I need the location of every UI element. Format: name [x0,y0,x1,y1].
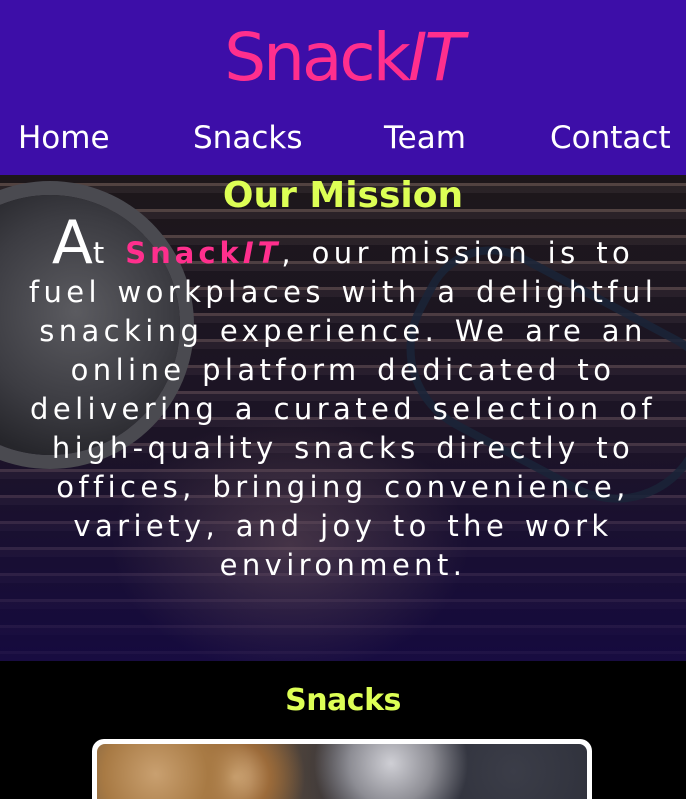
snacks-section: Snacks [0,661,686,799]
site-logo[interactable]: SnackIT [0,22,686,94]
mission-title: Our Mission [222,175,464,216]
logo-main: Snack [224,19,411,96]
logo-accent: IT [407,19,465,96]
snack-card[interactable] [92,739,592,799]
nav-link-contact[interactable]: Contact [550,116,671,160]
mission-brand: SnackIT [125,236,281,270]
site-header: SnackIT Home Snacks Team Contact [0,0,686,175]
mission-body: , our mission is to fuel workplaces with… [28,236,658,582]
nav-link-home[interactable]: Home [18,116,110,160]
nav-link-snacks[interactable]: Snacks [193,116,302,160]
snack-card-image [97,744,587,799]
mission-brand-main: Snack [125,236,243,270]
mission-lead: t [92,236,126,270]
snacks-title: Snacks [285,683,401,718]
main-nav: Home Snacks Team Contact [0,116,686,160]
mission-dropcap: A [51,208,93,278]
mission-section: Our Mission At SnackIT, our mission is t… [0,175,686,661]
mission-text: At SnackIT, our mission is to fuel workp… [14,213,672,585]
nav-link-team[interactable]: Team [384,116,466,160]
mission-brand-accent: IT [242,236,282,270]
